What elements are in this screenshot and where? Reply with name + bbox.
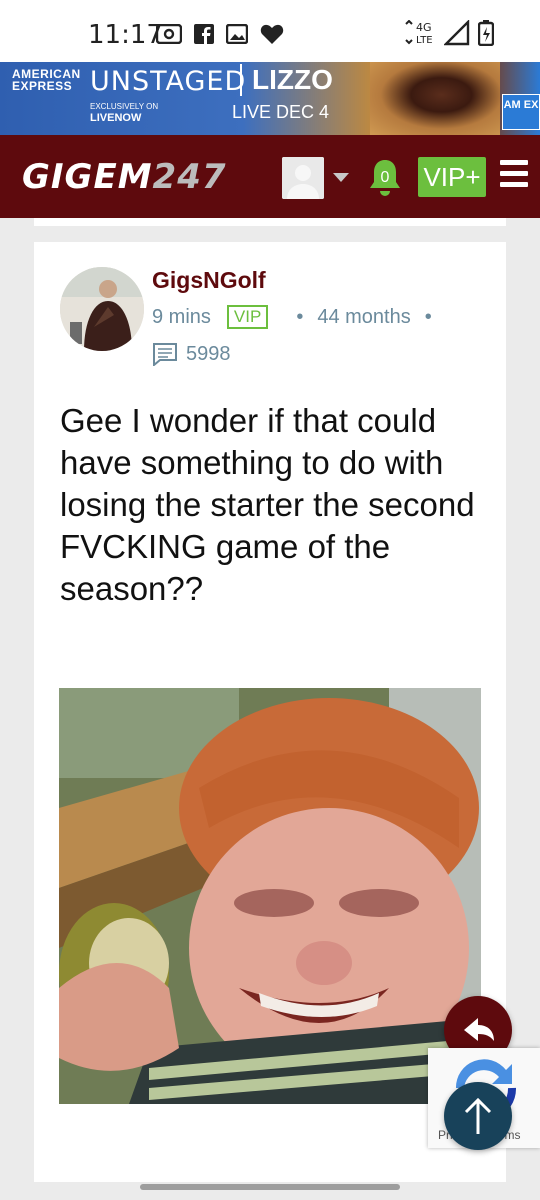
site-header: GIGEM247 0 VIP+	[0, 135, 540, 218]
ad-brand-line2: EXPRESS	[12, 79, 73, 93]
ad-artist: LIZZO	[240, 64, 333, 96]
logo-number: 247	[152, 157, 227, 197]
separator-dot: •	[424, 305, 432, 328]
laughing-kid-image	[59, 688, 481, 1104]
membership-length: 44 months	[317, 305, 411, 328]
scroll-to-top-button[interactable]	[444, 1082, 512, 1150]
vip-badge: VIP	[226, 305, 269, 329]
post-count-value: 5998	[186, 342, 231, 365]
signal-icon	[444, 20, 470, 46]
post-count: 5998	[152, 342, 231, 366]
arrow-up-icon	[464, 1097, 492, 1134]
heart-icon	[260, 24, 284, 44]
notifications-button[interactable]: 0	[368, 157, 402, 199]
image-icon	[226, 24, 248, 44]
ad-exclusive: EXCLUSIVELY ON	[90, 102, 159, 111]
author-name[interactable]: GigsNGolf	[152, 267, 266, 294]
post-meta: 9 mins VIP • 44 months •	[152, 305, 446, 329]
ad-amex-badge: AM EX	[502, 94, 540, 130]
logo-text: GIGEM	[22, 157, 153, 197]
chevron-down-icon[interactable]	[333, 173, 349, 182]
hamburger-menu-icon[interactable]	[500, 160, 528, 196]
bell-icon: 0	[370, 160, 400, 196]
ad-brand: AMERICAN EXPRESS	[12, 68, 81, 92]
ad-photo	[370, 62, 500, 135]
post-time: 9 mins	[152, 305, 211, 328]
post-card: GigsNGolf 9 mins VIP • 44 months • 5998 …	[34, 242, 506, 1182]
ad-title: UNSTAGED	[90, 66, 247, 97]
site-logo[interactable]: GIGEM247	[22, 157, 227, 197]
author-avatar[interactable]	[60, 267, 144, 351]
author-photo	[60, 267, 144, 351]
user-avatar-icon	[282, 157, 324, 199]
vip-plus-button[interactable]: VIP+	[418, 157, 486, 197]
svg-text:4G: 4G	[416, 21, 432, 34]
system-icons: 4G LTE	[402, 20, 494, 46]
svg-text:LTE: LTE	[416, 35, 433, 46]
ad-live-date: LIVE DEC 4	[232, 102, 330, 122]
previous-post-card	[34, 218, 506, 226]
facebook-icon	[194, 24, 214, 44]
account-avatar-button[interactable]	[282, 157, 324, 199]
status-bar: 11:17 4G LTE	[0, 0, 540, 62]
gesture-nav-bar[interactable]	[140, 1184, 400, 1190]
radio-icon	[156, 24, 182, 44]
network-4g-icon: 4GLTE	[405, 20, 433, 46]
post-body: Gee I wonder if that could have somethin…	[60, 402, 475, 607]
notification-count: 0	[381, 169, 390, 186]
post-image[interactable]	[59, 688, 481, 1104]
ad-banner[interactable]: AMERICAN EXPRESS UNSTAGED LIZZO EXCLUSIV…	[0, 62, 540, 135]
clock: 11:17	[88, 20, 163, 50]
notification-icons	[156, 23, 284, 45]
comment-icon	[153, 343, 177, 366]
separator-dot: •	[296, 305, 304, 328]
battery-icon	[478, 20, 494, 46]
ad-livenow: LIVENOW	[90, 112, 142, 124]
